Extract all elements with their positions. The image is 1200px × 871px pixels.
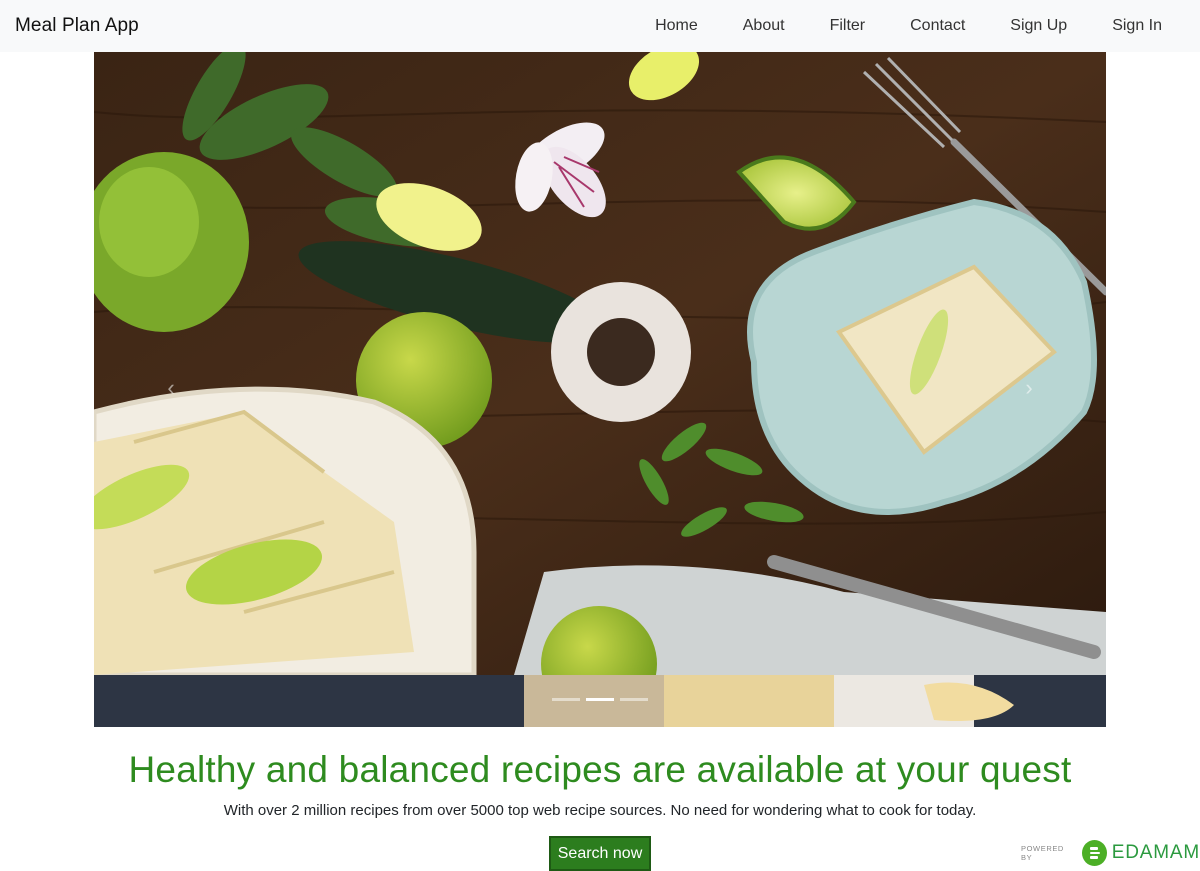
nav-links: Home About Filter Contact Sign Up Sign I… [655,0,1162,52]
edamam-logo-icon [1081,840,1107,866]
powered-by-label: POWERED BY [1021,844,1064,862]
edamam-wordmark: EDAMAM [1111,842,1200,863]
nav-contact[interactable]: Contact [910,17,965,35]
search-now-button[interactable]: Search now [549,836,651,871]
carousel-indicator[interactable] [552,698,580,701]
carousel-indicator-active[interactable] [586,698,614,701]
carousel-slide-image [94,52,1106,675]
nav-sign-in[interactable]: Sign In [1112,17,1162,35]
carousel-indicator[interactable] [620,698,648,701]
powered-by-edamam[interactable]: POWERED BY EDAMAM [1021,838,1200,868]
carousel-next-icon[interactable]: › [1018,377,1040,399]
hero-subline: With over 2 million recipes from over 50… [223,802,977,819]
nav-home[interactable]: Home [655,17,698,35]
hero-headline: Healthy and balanced recipes are availab… [128,749,1072,790]
top-navbar: Meal Plan App Home About Filter Contact … [0,0,1200,52]
nav-filter[interactable]: Filter [830,17,866,35]
nav-about[interactable]: About [743,17,785,35]
carousel-indicators [94,698,1106,704]
hero-carousel[interactable]: ‹ › [94,52,1106,727]
nav-sign-up[interactable]: Sign Up [1010,17,1067,35]
carousel-prev-icon[interactable]: ‹ [160,377,182,399]
brand-link[interactable]: Meal Plan App [15,15,139,37]
